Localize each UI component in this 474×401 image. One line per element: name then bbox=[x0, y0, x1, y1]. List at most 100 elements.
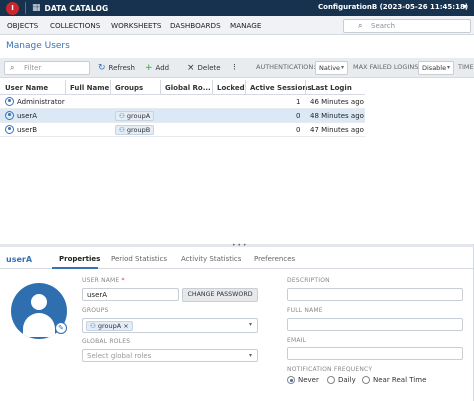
add-button[interactable]: + Add bbox=[145, 63, 169, 73]
group-chip-label: groupA bbox=[126, 112, 151, 120]
required-mark: * bbox=[121, 277, 125, 284]
data-catalog-icon: ▦ bbox=[32, 3, 41, 13]
filter-input[interactable]: ⌕ Filter bbox=[4, 61, 90, 75]
column-divider bbox=[65, 80, 66, 95]
groups-field[interactable]: ⚇ groupA × ▾ bbox=[82, 318, 258, 333]
group-chip-label: groupB bbox=[126, 126, 151, 134]
menu-objects[interactable]: OBJECTS bbox=[7, 21, 38, 30]
table-row[interactable]: Administrator 1 46 Minutes ago bbox=[0, 95, 365, 109]
column-active-sessions[interactable]: Active Sessions bbox=[250, 84, 312, 92]
edit-avatar-icon[interactable]: ✎ bbox=[55, 322, 67, 334]
avatar-body bbox=[23, 313, 55, 337]
detail-tabs: userA Properties Period Statistics Activ… bbox=[0, 249, 474, 269]
max-failed-logins-label: MAX FAILED LOGINS: bbox=[353, 63, 421, 71]
email-field[interactable] bbox=[287, 347, 463, 360]
global-roles-label: GLOBAL ROLES bbox=[82, 338, 131, 345]
group-icon: ⚇ bbox=[90, 322, 96, 330]
tab-period-statistics[interactable]: Period Statistics bbox=[111, 255, 167, 263]
search-icon: ⌕ bbox=[358, 21, 363, 30]
chevron-down-icon: ▾ bbox=[446, 64, 450, 71]
column-locked[interactable]: Locked bbox=[217, 84, 245, 92]
notification-near-real-time-radio[interactable]: Near Real Time bbox=[362, 376, 426, 384]
refresh-button[interactable]: ↻ Refresh bbox=[98, 63, 135, 73]
header-divider bbox=[25, 2, 26, 14]
table-row[interactable]: userA ⚇ groupA 0 48 Minutes ago bbox=[0, 109, 365, 123]
full-name-field[interactable] bbox=[287, 318, 463, 331]
app-logo[interactable]: I bbox=[6, 1, 19, 15]
search-icon: ⌕ bbox=[10, 63, 15, 72]
user-icon bbox=[5, 111, 14, 120]
column-divider bbox=[160, 80, 161, 95]
menu-manage[interactable]: MANAGE bbox=[230, 21, 261, 30]
group-chip: ⚇ groupA × bbox=[86, 321, 133, 331]
group-chip-label: groupA bbox=[97, 322, 122, 330]
row-last-login: 48 Minutes ago bbox=[310, 112, 364, 120]
active-tab-indicator bbox=[52, 267, 98, 269]
configuration-label[interactable]: ConfigurationB (2023-05-26 11:45:18) bbox=[318, 3, 468, 11]
menu-collections[interactable]: COLLECTIONS bbox=[50, 21, 100, 30]
tab-properties[interactable]: Properties bbox=[59, 255, 100, 263]
details-button[interactable]: ⁝ bbox=[233, 63, 239, 73]
global-roles-select[interactable]: Select global roles ▾ bbox=[82, 349, 258, 362]
tab-preferences[interactable]: Preferences bbox=[254, 255, 295, 263]
change-password-button[interactable]: CHANGE PASSWORD bbox=[182, 288, 258, 302]
notification-daily-radio[interactable]: Daily bbox=[327, 376, 356, 384]
column-full-name[interactable]: Full Name bbox=[70, 84, 109, 92]
radio-icon bbox=[362, 376, 370, 384]
radio-selected-icon bbox=[287, 376, 295, 384]
users-toolbar: ⌕ Filter ↻ Refresh + Add × Delete ⁝ AUTH… bbox=[0, 58, 474, 78]
close-icon[interactable]: × bbox=[123, 322, 128, 330]
row-user-name: userB bbox=[17, 126, 38, 134]
column-last-login[interactable]: Last Login bbox=[311, 84, 352, 92]
table-row[interactable]: userB ⚇ groupB 0 47 Minutes ago bbox=[0, 123, 365, 137]
user-name-label: USER NAME * bbox=[82, 277, 125, 284]
column-groups[interactable]: Groups bbox=[115, 84, 143, 92]
column-global-roles[interactable]: Global Ro... bbox=[165, 84, 211, 92]
column-divider bbox=[110, 80, 111, 95]
main-menu: OBJECTS COLLECTIONS WORKSHEETS DASHBOARD… bbox=[0, 16, 474, 35]
user-icon bbox=[5, 125, 14, 134]
notification-daily-label: Daily bbox=[338, 376, 356, 384]
global-search-input[interactable]: ⌕ Search bbox=[343, 19, 471, 33]
page-title: Manage Users bbox=[6, 41, 70, 51]
app-header: I ▦ DATA CATALOG ConfigurationB (2023-05… bbox=[0, 0, 474, 16]
row-user-name: Administrator bbox=[17, 98, 65, 106]
description-field[interactable] bbox=[287, 288, 463, 301]
row-active-sessions: 0 bbox=[296, 126, 301, 134]
global-roles-placeholder: Select global roles bbox=[87, 352, 152, 360]
column-user-name[interactable]: User Name bbox=[5, 84, 48, 92]
groups-label: GROUPS bbox=[82, 307, 109, 314]
tab-activity-statistics[interactable]: Activity Statistics bbox=[181, 255, 241, 263]
group-chip: ⚇ groupB bbox=[115, 125, 155, 135]
user-name-field[interactable]: userA bbox=[82, 288, 179, 301]
full-name-label: FULL NAME bbox=[287, 307, 323, 314]
panel-splitter[interactable]: • • • bbox=[0, 242, 474, 249]
close-icon: × bbox=[187, 63, 195, 73]
authentication-value: Native bbox=[319, 64, 341, 72]
row-user-name: userA bbox=[17, 112, 38, 120]
delete-label: Delete bbox=[197, 64, 221, 72]
menu-worksheets[interactable]: WORKSHEETS bbox=[111, 21, 161, 30]
max-failed-logins-select[interactable]: Disable ▾ bbox=[418, 61, 454, 75]
refresh-icon: ↻ bbox=[98, 63, 106, 73]
row-last-login: 46 Minutes ago bbox=[310, 98, 364, 106]
radio-icon bbox=[327, 376, 335, 384]
group-icon: ⚇ bbox=[119, 126, 125, 134]
add-label: Add bbox=[155, 64, 170, 72]
chevron-down-icon[interactable]: ▾ bbox=[463, 2, 467, 11]
notification-never-label: Never bbox=[298, 376, 319, 384]
column-divider bbox=[305, 80, 306, 95]
delete-button[interactable]: × Delete bbox=[187, 63, 221, 73]
notification-never-radio[interactable]: Never bbox=[287, 376, 319, 384]
table-header: User Name Full Name Groups Global Ro... … bbox=[0, 80, 365, 95]
max-failed-logins-value: Disable bbox=[422, 64, 447, 72]
menu-dashboards[interactable]: DASHBOARDS bbox=[170, 21, 221, 30]
app-title: DATA CATALOG bbox=[44, 3, 109, 13]
filter-placeholder: Filter bbox=[24, 64, 42, 72]
notification-frequency-label: NOTIFICATION FREQUENCY bbox=[287, 366, 373, 373]
refresh-label: Refresh bbox=[108, 64, 135, 72]
app-logo-text: I bbox=[11, 4, 14, 12]
description-label: DESCRIPTION bbox=[287, 277, 330, 284]
group-chip: ⚇ groupA bbox=[115, 111, 155, 121]
authentication-select[interactable]: Native ▾ bbox=[315, 61, 348, 75]
